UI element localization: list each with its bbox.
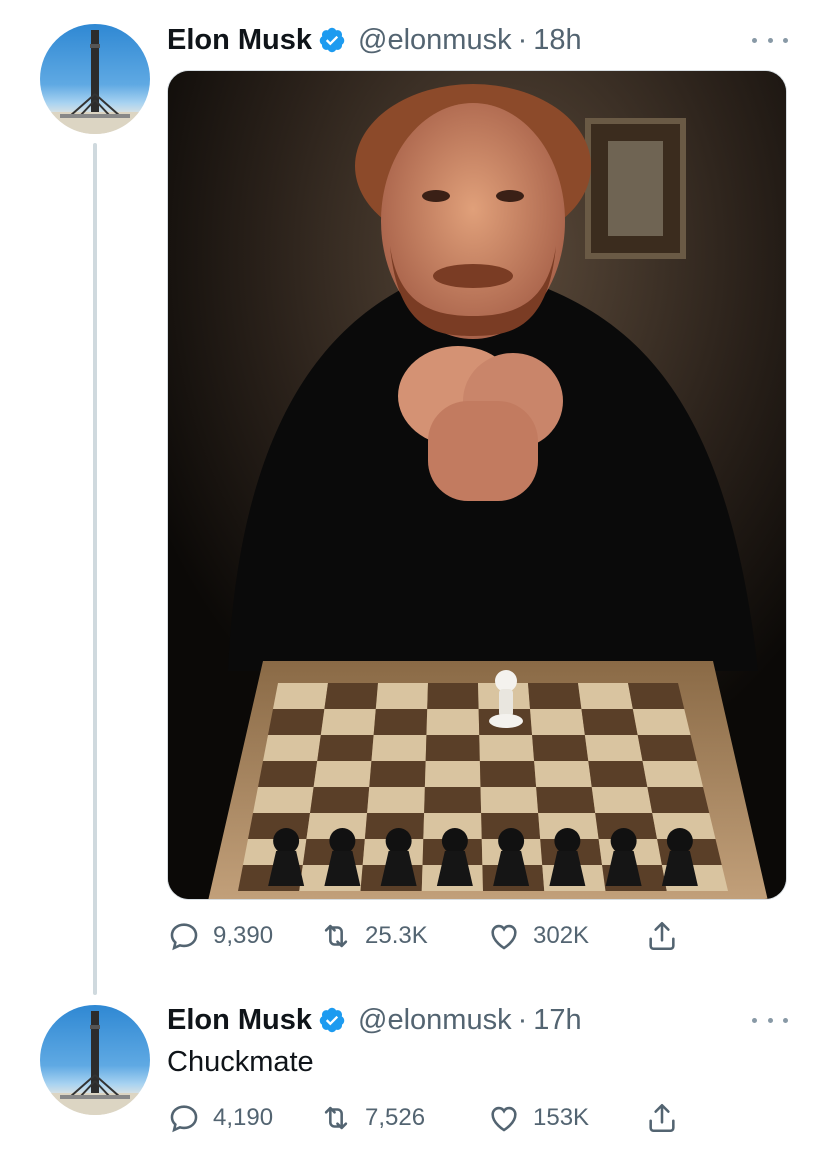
tweet-header: Elon Musk @elonmusk · 18h bbox=[167, 20, 582, 60]
reply-button[interactable]: 4,190 bbox=[167, 1098, 273, 1138]
reply-count: 9,390 bbox=[213, 922, 274, 949]
like-count: 302K bbox=[533, 922, 590, 949]
reply-icon bbox=[170, 923, 198, 951]
verified-badge-icon bbox=[318, 26, 346, 54]
author-handle[interactable]: @elonmusk bbox=[358, 1004, 512, 1037]
like-count: 153K bbox=[533, 1104, 590, 1131]
retweet-icon bbox=[324, 1106, 348, 1130]
author-handle[interactable]: @elonmusk bbox=[358, 24, 512, 57]
reply-icon bbox=[170, 1105, 198, 1133]
avatar[interactable] bbox=[40, 1005, 150, 1115]
thread-connector-line bbox=[93, 143, 97, 995]
reply-button[interactable]: 9,390 bbox=[167, 916, 273, 956]
tweet-header: Elon Musk @elonmusk · 17h bbox=[167, 1000, 582, 1040]
photo-icon bbox=[168, 71, 786, 899]
more-icon[interactable] bbox=[752, 30, 788, 50]
share-icon bbox=[649, 921, 675, 951]
like-icon bbox=[491, 924, 517, 950]
timestamp[interactable]: 18h bbox=[533, 24, 581, 57]
tweet-actions: 9,390 25.3K 302K bbox=[167, 916, 687, 956]
more-icon[interactable] bbox=[752, 1010, 788, 1030]
like-icon bbox=[491, 1106, 517, 1132]
author-name[interactable]: Elon Musk bbox=[167, 24, 312, 57]
timestamp[interactable]: 17h bbox=[533, 1004, 581, 1037]
tweet-actions: 4,190 7,526 153K bbox=[167, 1098, 687, 1138]
like-button[interactable]: 153K bbox=[487, 1098, 589, 1138]
tweet-2[interactable]: Elon Musk @elonmusk · 17h Chuckmate 4,19… bbox=[0, 1000, 828, 1160]
author-name[interactable]: Elon Musk bbox=[167, 1004, 312, 1037]
retweet-count: 7,526 bbox=[365, 1104, 426, 1131]
tweet-1[interactable]: Elon Musk @elonmusk · 18h 9,390 25.3K 30… bbox=[0, 0, 828, 1000]
retweet-button[interactable]: 7,526 bbox=[319, 1098, 425, 1138]
share-icon bbox=[649, 1103, 675, 1133]
share-button[interactable] bbox=[645, 1098, 679, 1138]
tweet-photo[interactable] bbox=[167, 70, 787, 900]
separator-dot: · bbox=[517, 1003, 528, 1036]
retweet-icon bbox=[324, 924, 348, 948]
tweet-text: Chuckmate bbox=[167, 1046, 314, 1078]
avatar[interactable] bbox=[40, 24, 150, 134]
reply-count: 4,190 bbox=[213, 1104, 274, 1131]
share-button[interactable] bbox=[645, 916, 679, 956]
retweet-button[interactable]: 25.3K bbox=[319, 916, 428, 956]
verified-badge-icon bbox=[318, 1006, 346, 1034]
like-button[interactable]: 302K bbox=[487, 916, 589, 956]
retweet-count: 25.3K bbox=[365, 922, 428, 949]
separator-dot: · bbox=[517, 23, 528, 56]
